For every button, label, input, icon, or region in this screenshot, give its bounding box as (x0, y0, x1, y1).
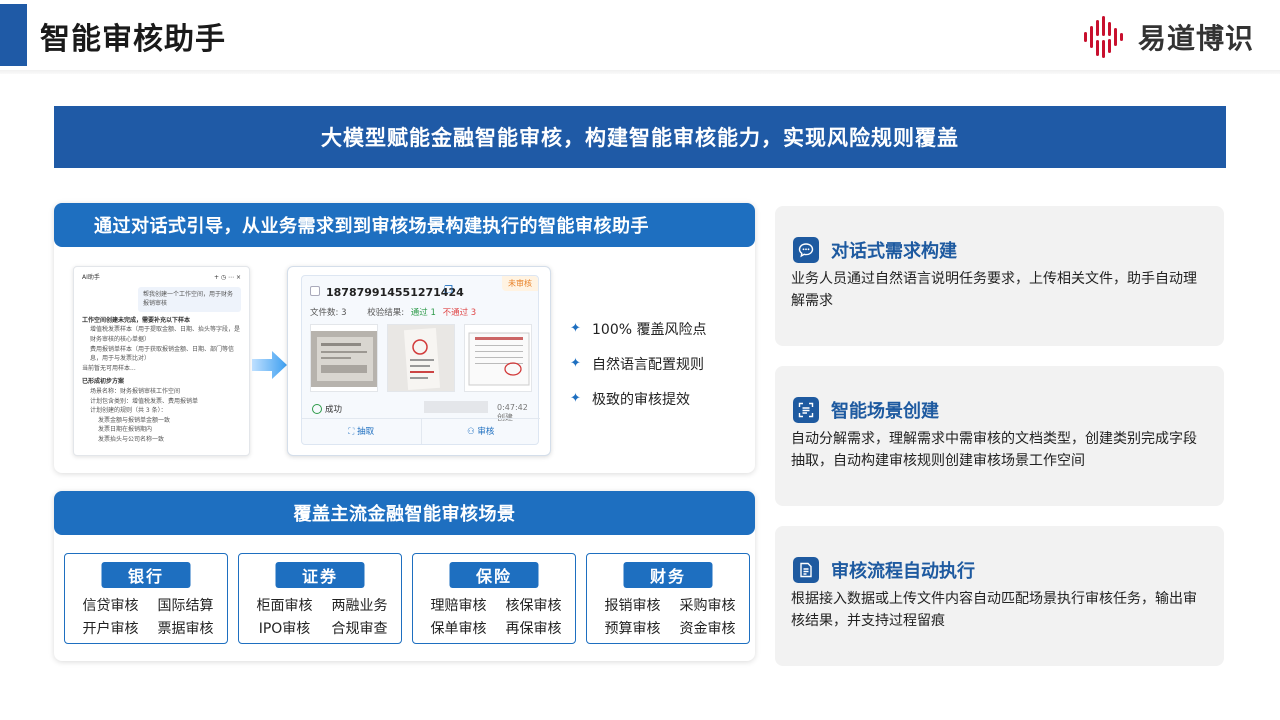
feature-label: 自然语言配置规则 (592, 356, 704, 373)
category-tag: 财务 (623, 562, 713, 588)
scenario-item: 合规审查 (331, 621, 388, 637)
chat-section-heading: 已形成初步方案 (82, 378, 125, 386)
brand-name: 易道博识 (1137, 22, 1254, 55)
chat-window-controls: + ◷ ⋯ × (213, 274, 241, 281)
scenarios-card-title: 覆盖主流金融智能审核场景 (54, 491, 755, 535)
chat-line: 当前暂无可用样本... (82, 364, 136, 372)
invoice-thumbnail[interactable] (310, 324, 378, 392)
feature-card-text: 自动分解需求，理解需求中需审核的文档类型，创建类别完成字段抽取，自动构建审核规则… (791, 431, 1197, 469)
pass-count: 通过 1 (410, 308, 436, 318)
document-icon (793, 557, 819, 583)
scenario-item: 保单审核 (430, 621, 487, 637)
scenario-item: 再保审核 (505, 621, 562, 637)
extract-icon: ⛶ (348, 427, 358, 437)
scenario-item: IPO审核 (258, 621, 311, 637)
category-tag: 保险 (449, 562, 539, 588)
document-result-panel: 187879914551271424 ❐ 未审核 文件数: 3 校验结果: 通过… (287, 266, 551, 456)
scenario-item: 开户审核 (82, 621, 139, 637)
feature-card-dialogue: 对话式需求构建 业务人员通过自然语言说明任务要求，上传相关文件，助手自动理解需求 (775, 206, 1224, 346)
sparkle-icon: ✦ (570, 391, 581, 406)
category-finance: 财务 报销审核 采购审核 预算审核 资金审核 (586, 553, 750, 644)
feature-card-title: 智能场景创建 (831, 401, 939, 422)
success-label: 成功 (325, 405, 343, 415)
review-button[interactable]: ⚇ 审核 (420, 419, 541, 444)
feature-label: 极致的审核提效 (592, 391, 690, 408)
chat-line: 场景名称：财务报销审核工作空间 (90, 387, 181, 395)
header-divider (0, 70, 1280, 74)
select-checkbox[interactable] (310, 286, 320, 296)
category-bank: 银行 信贷审核 国际结算 开户审核 票据审核 (64, 553, 228, 644)
category-insurance: 保险 理赔审核 核保审核 保单审核 再保审核 (412, 553, 576, 644)
feature-card-scene: 智能场景创建 自动分解需求，理解需求中需审核的文档类型，创建类别完成字段抽取，自… (775, 366, 1224, 506)
scenario-item: 两融业务 (331, 598, 388, 614)
feature-item: ✦ 极致的审核提效 (570, 381, 706, 416)
sparkle-icon: ✦ (570, 321, 581, 336)
chat-line: 发票日期在报销期内 (98, 426, 153, 434)
scenario-item: 采购审核 (679, 598, 736, 614)
page-title: 智能审核助手 (40, 22, 226, 57)
page-header: 智能审核助手 易道博识 (0, 0, 1280, 74)
feature-item: ✦ 自然语言配置规则 (570, 346, 706, 381)
chat-user-bubble: 帮我创建一个工作空间，用于财务报销审核 (138, 286, 241, 312)
scenarios-card: 覆盖主流金融智能审核场景 银行 信贷审核 国际结算 开户审核 票据审核 证券 柜… (54, 491, 755, 661)
chat-line: 费用报销单样本（用于获取报销金额、日期、部门等信息，用于与发票比对） (90, 345, 235, 363)
feature-card-title: 对话式需求构建 (831, 241, 957, 262)
category-securities: 证券 柜面审核 两融业务 IPO审核 合规审查 (238, 553, 402, 644)
document-actions: ⛶ 抽取 ⚇ 审核 (302, 418, 540, 444)
form-thumbnail[interactable] (464, 324, 532, 392)
scenario-item: 资金审核 (679, 621, 736, 637)
chat-section-heading: 工作空间创建未完成，需要补充以下样本 (82, 316, 191, 324)
feature-card-execution: 审核流程自动执行 根据接入数据或上传文件内容自动匹配场景执行审核任务，输出审核结… (775, 526, 1224, 666)
brand-logo: 易道博识 (1082, 14, 1254, 60)
verify-label: 校验结果: (367, 308, 405, 318)
chat-line: 发票抬头与公司名称一致 (98, 435, 165, 443)
sparkle-icon: ✦ (570, 356, 581, 371)
feature-card-text: 根据接入数据或上传文件内容自动匹配场景执行审核任务，输出审核结果，并支持过程留痕 (791, 591, 1197, 629)
success-icon (312, 404, 322, 414)
assistant-card: 通过对话式引导，从业务需求到到审核场景构建执行的智能审核助手 AI助手 + ◷ … (54, 203, 755, 473)
feature-item: ✦ 100% 覆盖风险点 (570, 311, 706, 346)
fail-count: 不通过 3 (442, 308, 477, 318)
receipt-thumbnail[interactable] (387, 324, 455, 392)
success-status: 成功 (312, 403, 342, 415)
scan-icon (793, 397, 819, 423)
scenario-item: 预算审核 (604, 621, 661, 637)
feature-card-title: 审核流程自动执行 (831, 561, 975, 582)
headline-banner: 大模型赋能金融智能审核，构建智能审核能力，实现风险规则覆盖 (54, 106, 1226, 168)
scenario-item: 票据审核 (157, 621, 214, 637)
feature-card-text: 业务人员通过自然语言说明任务要求，上传相关文件，助手自动理解需求 (791, 271, 1197, 309)
feature-list: ✦ 100% 覆盖风险点 ✦ 自然语言配置规则 ✦ 极致的审核提效 (570, 311, 706, 416)
brand-logo-icon (1083, 16, 1123, 58)
status-badge: 未审核 (502, 276, 538, 291)
chat-line: 增值税发票样本（用于提取金额、日期、抬头等字段，是财务审核的核心单据） (90, 326, 241, 343)
copy-icon[interactable]: ❐ (444, 285, 453, 296)
header-accent-bar (0, 4, 27, 66)
category-tag: 银行 (101, 562, 191, 588)
document-meta: 文件数: 3 校验结果: 通过 1 不通过 3 (310, 306, 535, 318)
redacted-info (424, 401, 488, 413)
scenario-item: 报销审核 (604, 598, 661, 614)
arrow-right-icon (252, 351, 287, 379)
review-label: 审核 (477, 427, 495, 437)
feature-label: 100% 覆盖风险点 (592, 321, 707, 338)
category-tag: 证券 (275, 562, 365, 588)
chat-panel-screenshot: AI助手 + ◷ ⋯ × 帮我创建一个工作空间，用于财务报销审核 工作空间创建未… (73, 266, 250, 456)
chat-line: 计划创建的规则（共 3 条）： (90, 407, 167, 415)
scenario-item: 柜面审核 (256, 598, 313, 614)
chat-line: 计划包含类别：增值税发票、费用报销单 (90, 397, 199, 405)
scenario-item: 核保审核 (505, 598, 562, 614)
chat-icon (793, 237, 819, 263)
scenario-item: 理赔审核 (430, 598, 487, 614)
scenario-item: 信贷审核 (82, 598, 139, 614)
extract-label: 抽取 (357, 427, 375, 437)
extract-button[interactable]: ⛶ 抽取 (302, 419, 421, 444)
scenario-item: 国际结算 (157, 598, 214, 614)
chat-app-name: AI助手 (82, 274, 100, 281)
document-thumbnails (310, 324, 532, 392)
assistant-card-title: 通过对话式引导，从业务需求到到审核场景构建执行的智能审核助手 (54, 203, 755, 247)
user-icon: ⚇ (467, 427, 478, 437)
scenario-categories: 银行 信贷审核 国际结算 开户审核 票据审核 证券 柜面审核 两融业务 IPO审… (64, 553, 750, 644)
file-count: 文件数: 3 (310, 308, 347, 318)
chat-line: 发票金额与报销单金额一致 (98, 416, 171, 424)
